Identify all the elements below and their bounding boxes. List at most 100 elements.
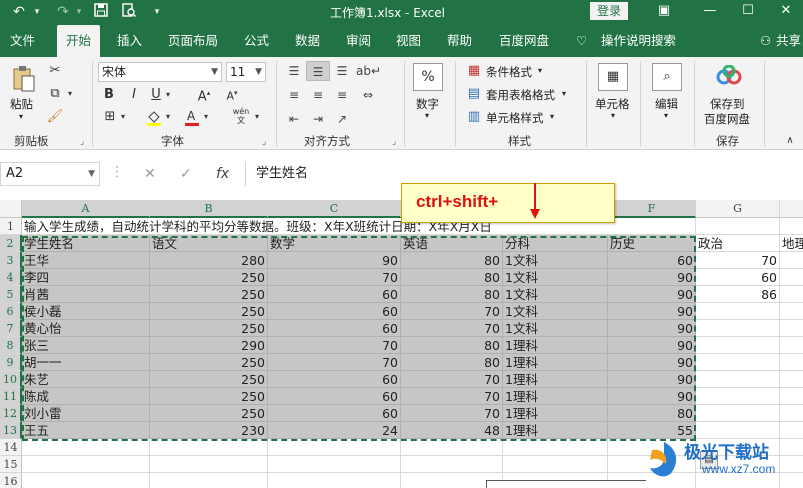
cells-icon[interactable]: ▦: [598, 63, 628, 91]
column-header-g[interactable]: G: [696, 200, 780, 218]
orientation-icon[interactable]: ↗: [330, 109, 354, 129]
fill-color-icon[interactable]: [146, 109, 162, 131]
data-cell[interactable]: 280: [150, 252, 268, 269]
data-cell[interactable]: 250: [150, 269, 268, 286]
empty-cell[interactable]: [780, 286, 803, 303]
borders-icon[interactable]: ⊞: [103, 109, 117, 125]
tab-help[interactable]: 帮助: [447, 25, 472, 57]
empty-cell[interactable]: [780, 218, 803, 235]
data-cell[interactable]: 70: [401, 303, 503, 320]
tab-baidu-netdisk[interactable]: 百度网盘: [499, 25, 549, 57]
header-cell[interactable]: 学生姓名: [22, 235, 150, 252]
tab-home[interactable]: 开始: [57, 25, 101, 57]
data-cell[interactable]: 胡一一: [22, 354, 150, 371]
font-name-box[interactable]: 宋体 ▼: [98, 62, 222, 82]
data-cell[interactable]: 1理科: [503, 422, 608, 439]
formula-bar-handle-icon[interactable]: ⋮: [110, 164, 124, 180]
print-preview-icon[interactable]: [120, 3, 138, 21]
data-cell[interactable]: 70: [268, 337, 401, 354]
empty-cell[interactable]: [503, 439, 608, 456]
empty-cell[interactable]: [268, 456, 401, 473]
data-cell[interactable]: 90: [608, 371, 696, 388]
data-cell[interactable]: 60: [268, 303, 401, 320]
data-cell[interactable]: 张三: [22, 337, 150, 354]
data-cell[interactable]: 朱艺: [22, 371, 150, 388]
share-icon[interactable]: ⚇: [760, 25, 771, 57]
data-cell[interactable]: 250: [150, 388, 268, 405]
close-icon[interactable]: ✕: [776, 2, 796, 20]
data-cell[interactable]: 1文科: [503, 320, 608, 337]
editing-label[interactable]: 编辑: [655, 96, 678, 112]
fill-dropdown-icon[interactable]: ▾: [163, 109, 173, 125]
phonetic-dropdown-icon[interactable]: ▾: [252, 109, 262, 125]
increase-indent-icon[interactable]: ⇥: [306, 109, 330, 129]
data-cell[interactable]: 侯小磊: [22, 303, 150, 320]
undo-icon[interactable]: ↶: [10, 3, 28, 21]
row-header-1[interactable]: 1: [0, 218, 22, 235]
merge-center-icon[interactable]: ⇔: [356, 85, 380, 105]
empty-cell[interactable]: [780, 354, 803, 371]
row-header-7[interactable]: 7: [0, 320, 22, 337]
row-header-8[interactable]: 8: [0, 337, 22, 354]
row-header-3[interactable]: 3: [0, 252, 22, 269]
select-all-button[interactable]: [0, 200, 22, 218]
italic-button[interactable]: I: [128, 87, 140, 103]
empty-cell[interactable]: [780, 388, 803, 405]
data-cell[interactable]: 80: [401, 269, 503, 286]
data-cell[interactable]: 90: [608, 286, 696, 303]
header-cell[interactable]: 政治: [696, 235, 780, 252]
baidu-netdisk-label[interactable]: 百度网盘: [704, 111, 750, 127]
empty-cell[interactable]: [401, 439, 503, 456]
data-cell[interactable]: 250: [150, 354, 268, 371]
empty-cell[interactable]: [401, 456, 503, 473]
editing-icon[interactable]: ⌕: [652, 63, 682, 91]
data-cell[interactable]: 1理科: [503, 388, 608, 405]
data-cell[interactable]: 70: [401, 388, 503, 405]
chevron-down-icon[interactable]: ▾: [550, 112, 554, 121]
data-cell[interactable]: 80: [401, 337, 503, 354]
row-header-11[interactable]: 11: [0, 388, 22, 405]
baidu-netdisk-icon[interactable]: [714, 64, 744, 91]
data-cell[interactable]: 250: [150, 303, 268, 320]
header-cell[interactable]: 分科: [503, 235, 608, 252]
row-header-10[interactable]: 10: [0, 371, 22, 388]
data-cell[interactable]: 60: [268, 320, 401, 337]
align-left-icon[interactable]: ≡: [282, 85, 306, 105]
data-cell[interactable]: 70: [268, 269, 401, 286]
empty-cell[interactable]: [150, 439, 268, 456]
data-cell[interactable]: 70: [268, 354, 401, 371]
empty-cell[interactable]: [22, 439, 150, 456]
editing-dropdown-icon[interactable]: ▾: [664, 111, 668, 120]
data-cell[interactable]: 60: [268, 286, 401, 303]
data-cell[interactable]: 1理科: [503, 337, 608, 354]
tab-page-layout[interactable]: 页面布局: [168, 25, 218, 57]
data-cell[interactable]: 70: [401, 320, 503, 337]
underline-button[interactable]: U: [150, 87, 162, 103]
format-painter-icon[interactable]: 🖌: [46, 109, 64, 125]
conditional-format-icon[interactable]: ▦: [466, 63, 482, 79]
data-cell[interactable]: 60: [268, 371, 401, 388]
header-cell[interactable]: 地理: [780, 235, 803, 252]
data-cell[interactable]: 90: [608, 337, 696, 354]
column-header-h[interactable]: [780, 200, 803, 218]
format-as-table-button[interactable]: 套用表格格式: [486, 87, 555, 103]
data-cell[interactable]: 肖茜: [22, 286, 150, 303]
data-cell[interactable]: 80: [608, 405, 696, 422]
copy-dropdown-icon[interactable]: ▾: [64, 86, 76, 102]
save-icon[interactable]: [92, 3, 110, 21]
empty-cell[interactable]: [696, 218, 780, 235]
chevron-down-icon[interactable]: ▾: [538, 66, 542, 75]
font-color-icon[interactable]: A: [184, 109, 200, 131]
chevron-down-icon[interactable]: ▼: [255, 63, 262, 81]
data-cell[interactable]: 陈成: [22, 388, 150, 405]
font-size-box[interactable]: 11 ▼: [226, 62, 266, 82]
data-cell[interactable]: 1文科: [503, 286, 608, 303]
data-cell[interactable]: 250: [150, 371, 268, 388]
row-header-5[interactable]: 5: [0, 286, 22, 303]
data-cell[interactable]: 李四: [22, 269, 150, 286]
empty-cell[interactable]: [780, 252, 803, 269]
header-cell[interactable]: 数学: [268, 235, 401, 252]
row-header-14[interactable]: 14: [0, 439, 22, 456]
data-cell[interactable]: 250: [150, 405, 268, 422]
cell-styles-icon[interactable]: ▥: [466, 109, 482, 125]
